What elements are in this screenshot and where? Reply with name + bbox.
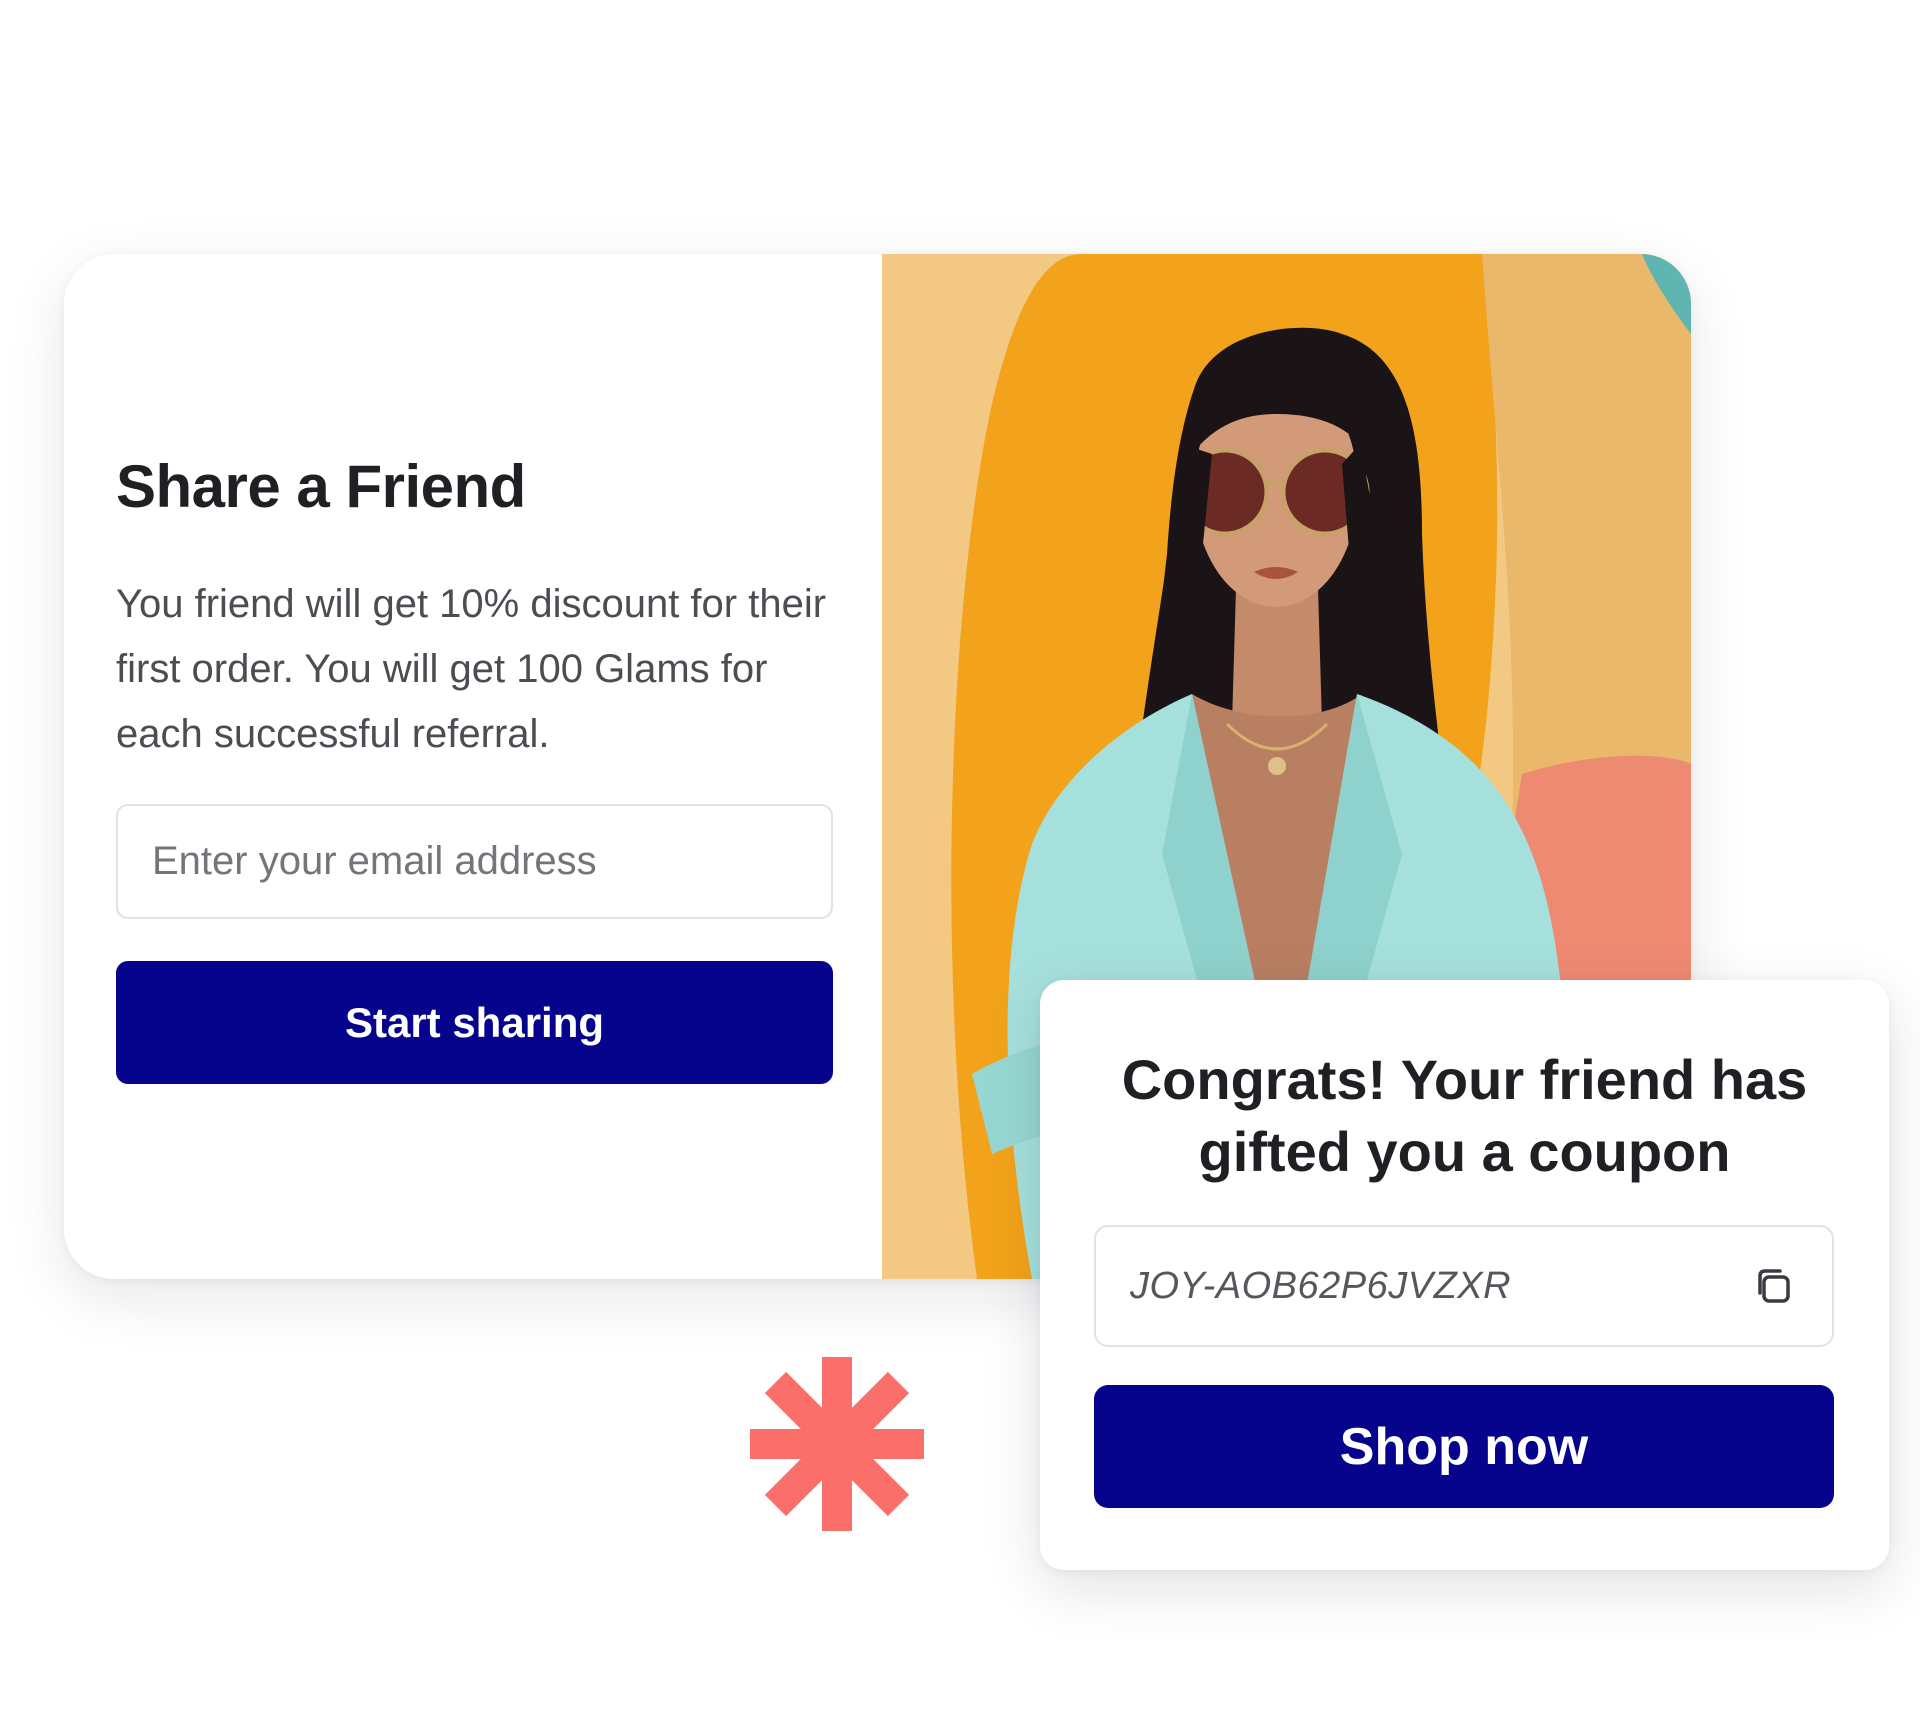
email-input[interactable] [116, 804, 833, 919]
coupon-code-field[interactable]: JOY-AOB62P6JVZXR [1094, 1225, 1834, 1347]
copy-icon[interactable] [1752, 1265, 1794, 1307]
coupon-code[interactable]: JOY-AOB62P6JVZXR [1130, 1227, 1511, 1345]
coupon-card: Congrats! Your friend has gifted you a c… [1040, 980, 1889, 1570]
start-sharing-button[interactable]: Start sharing [116, 961, 833, 1084]
referral-description: You friend will get 10% discount for the… [116, 582, 827, 756]
coupon-title: Congrats! Your friend has gifted you a c… [1121, 1048, 1808, 1183]
asterisk-decoration-icon [750, 1357, 924, 1531]
shop-now-button[interactable]: Shop now [1094, 1385, 1834, 1508]
referral-title: Share a Friend [116, 453, 526, 520]
